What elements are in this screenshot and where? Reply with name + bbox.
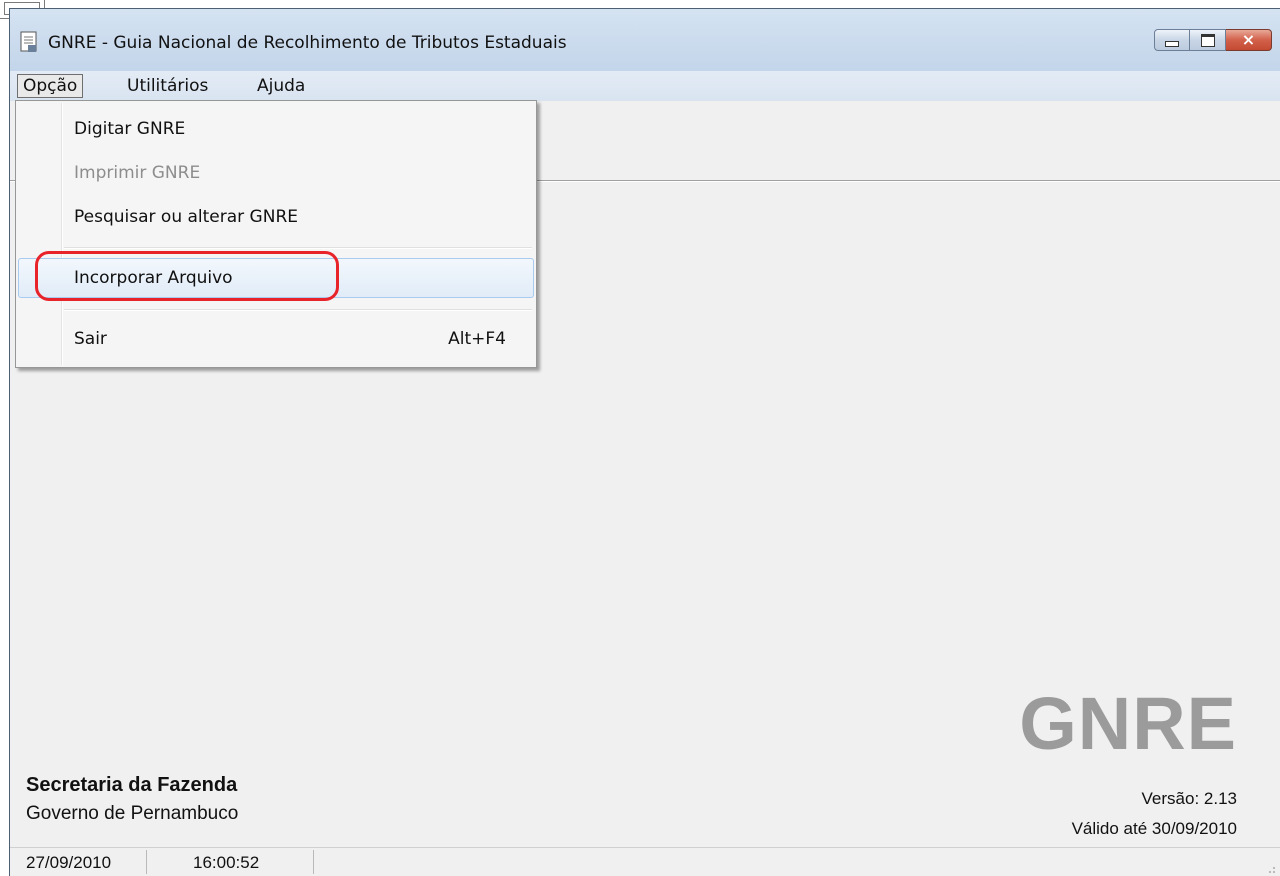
status-separator (146, 850, 147, 874)
menu-item-label: Imprimir GNRE (74, 163, 201, 183)
status-bar: 27/09/2010 16:00:52 (10, 847, 1280, 876)
app-icon (20, 31, 37, 52)
status-time: 16:00:52 (193, 853, 260, 872)
minimize-icon (1165, 41, 1179, 47)
org-title: Secretaria da Fazenda (26, 774, 238, 796)
org-block: Secretaria da Fazenda Governo de Pernamb… (26, 774, 238, 825)
menu-utilitarios[interactable]: Utilitários (122, 74, 213, 98)
opcao-dropdown-menu: Digitar GNRE Imprimir GNRE Pesquisar ou … (15, 100, 537, 368)
menu-item-label: Sair (74, 329, 107, 349)
close-button[interactable]: × (1226, 29, 1272, 51)
menu-separator-highlight (64, 310, 532, 311)
version-label: Versão: 2.13 (1141, 789, 1237, 808)
menu-bar: Opção Utilitários Ajuda (10, 71, 1280, 101)
gnre-logo: GNRE (1019, 682, 1237, 765)
menu-separator-highlight (64, 248, 532, 249)
menu-opcao[interactable]: Opção (17, 74, 84, 98)
org-subtitle: Governo de Pernambuco (26, 803, 239, 824)
menu-item-label: Digitar GNRE (74, 119, 186, 139)
maximize-button[interactable] (1190, 29, 1226, 51)
menu-item-sair[interactable]: Sair Alt+F4 (18, 319, 534, 359)
window-title: GNRE - Guia Nacional de Recolhimento de … (48, 33, 567, 53)
menu-ajuda[interactable]: Ajuda (252, 74, 310, 98)
menu-item-pesquisar-gnre[interactable]: Pesquisar ou alterar GNRE (18, 197, 534, 237)
title-bar: GNRE - Guia Nacional de Recolhimento de … (10, 9, 1280, 71)
resize-grip-icon[interactable] (1264, 862, 1276, 874)
validity-label: Válido até 30/09/2010 (1071, 819, 1237, 838)
minimize-button[interactable] (1154, 29, 1190, 51)
window-controls: × (1154, 29, 1272, 53)
highlight-annotation (35, 251, 339, 301)
status-separator (313, 850, 314, 874)
menu-item-digitar-gnre[interactable]: Digitar GNRE (18, 109, 534, 149)
menu-item-label: Pesquisar ou alterar GNRE (74, 207, 299, 227)
close-icon: × (1241, 30, 1256, 49)
menu-item-imprimir-gnre: Imprimir GNRE (18, 153, 534, 193)
status-date: 27/09/2010 (26, 853, 112, 872)
menu-item-shortcut: Alt+F4 (448, 329, 506, 349)
maximize-icon (1200, 33, 1215, 47)
